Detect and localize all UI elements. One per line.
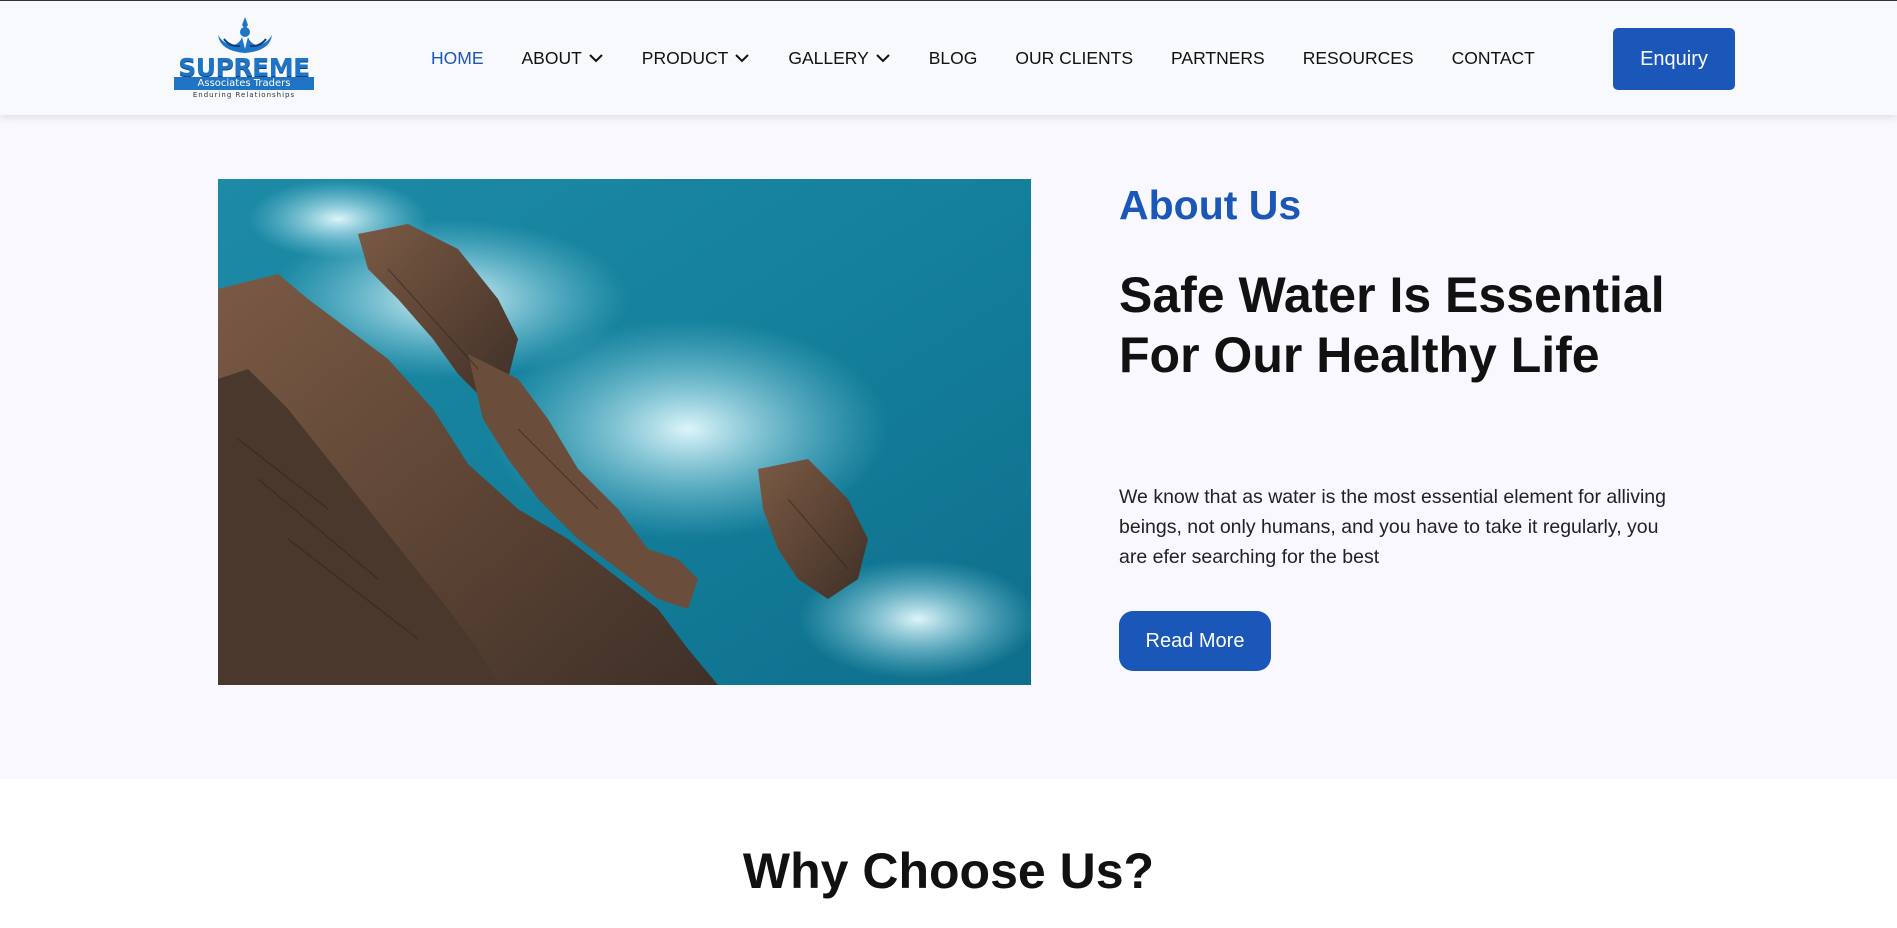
- site-header: SUPREME Associates Traders Enduring Rela…: [0, 1, 1897, 115]
- chevron-down-icon: [876, 54, 890, 63]
- read-more-button[interactable]: Read More: [1119, 611, 1271, 671]
- about-us-label: About Us: [1119, 182, 1302, 228]
- about-headline: Safe Water Is Essential For Our Healthy …: [1119, 267, 1665, 383]
- chevron-down-icon: [735, 54, 750, 63]
- nav-item-gallery[interactable]: GALLERY: [769, 48, 909, 69]
- chevron-down-icon: [589, 54, 603, 63]
- logo-subtitle: Associates Traders: [174, 77, 314, 90]
- nav-item-contact[interactable]: CONTACT: [1433, 48, 1554, 69]
- why-choose-us-section: Why Choose Us?: [0, 779, 1897, 928]
- nav-item-blog[interactable]: BLOG: [910, 48, 997, 69]
- nav-item-label: HOME: [431, 47, 484, 68]
- nav-item-home[interactable]: HOME: [412, 48, 503, 69]
- nav-item-label: PRODUCT: [641, 47, 729, 68]
- nav-item-our-clients[interactable]: OUR CLIENTS: [996, 48, 1152, 69]
- nav-item-label: CONTACT: [1451, 47, 1535, 68]
- coastline-aerial-image: [218, 179, 1031, 685]
- nav-item-label: PARTNERS: [1171, 47, 1265, 68]
- nav-item-partners[interactable]: PARTNERS: [1152, 48, 1284, 69]
- nav-item-label: OUR CLIENTS: [1015, 47, 1134, 68]
- nav-item-label: RESOURCES: [1302, 47, 1414, 68]
- nav-item-label: BLOG: [928, 47, 978, 68]
- why-choose-us-title: Why Choose Us?: [742, 843, 1155, 899]
- brand-logo[interactable]: SUPREME Associates Traders Enduring Rela…: [172, 15, 316, 99]
- enquiry-button[interactable]: Enquiry: [1613, 28, 1735, 90]
- logo-tagline: Enduring Relationships: [192, 91, 296, 99]
- about-paragraph: We know that as water is the most essent…: [1119, 486, 1666, 568]
- nav-item-resources[interactable]: RESOURCES: [1284, 48, 1433, 69]
- nav-item-label: ABOUT: [521, 47, 582, 68]
- coastline-photo-icon: [218, 179, 1031, 685]
- main-nav: HOME ABOUT PRODUCT GALLERY BLOG OUR CLIE…: [412, 1, 1554, 115]
- nav-item-product[interactable]: PRODUCT: [623, 48, 770, 69]
- nav-item-label: GALLERY: [788, 47, 869, 68]
- about-section: About Us Safe Water Is Essential For Our…: [0, 115, 1897, 779]
- nav-item-about[interactable]: ABOUT: [503, 48, 623, 69]
